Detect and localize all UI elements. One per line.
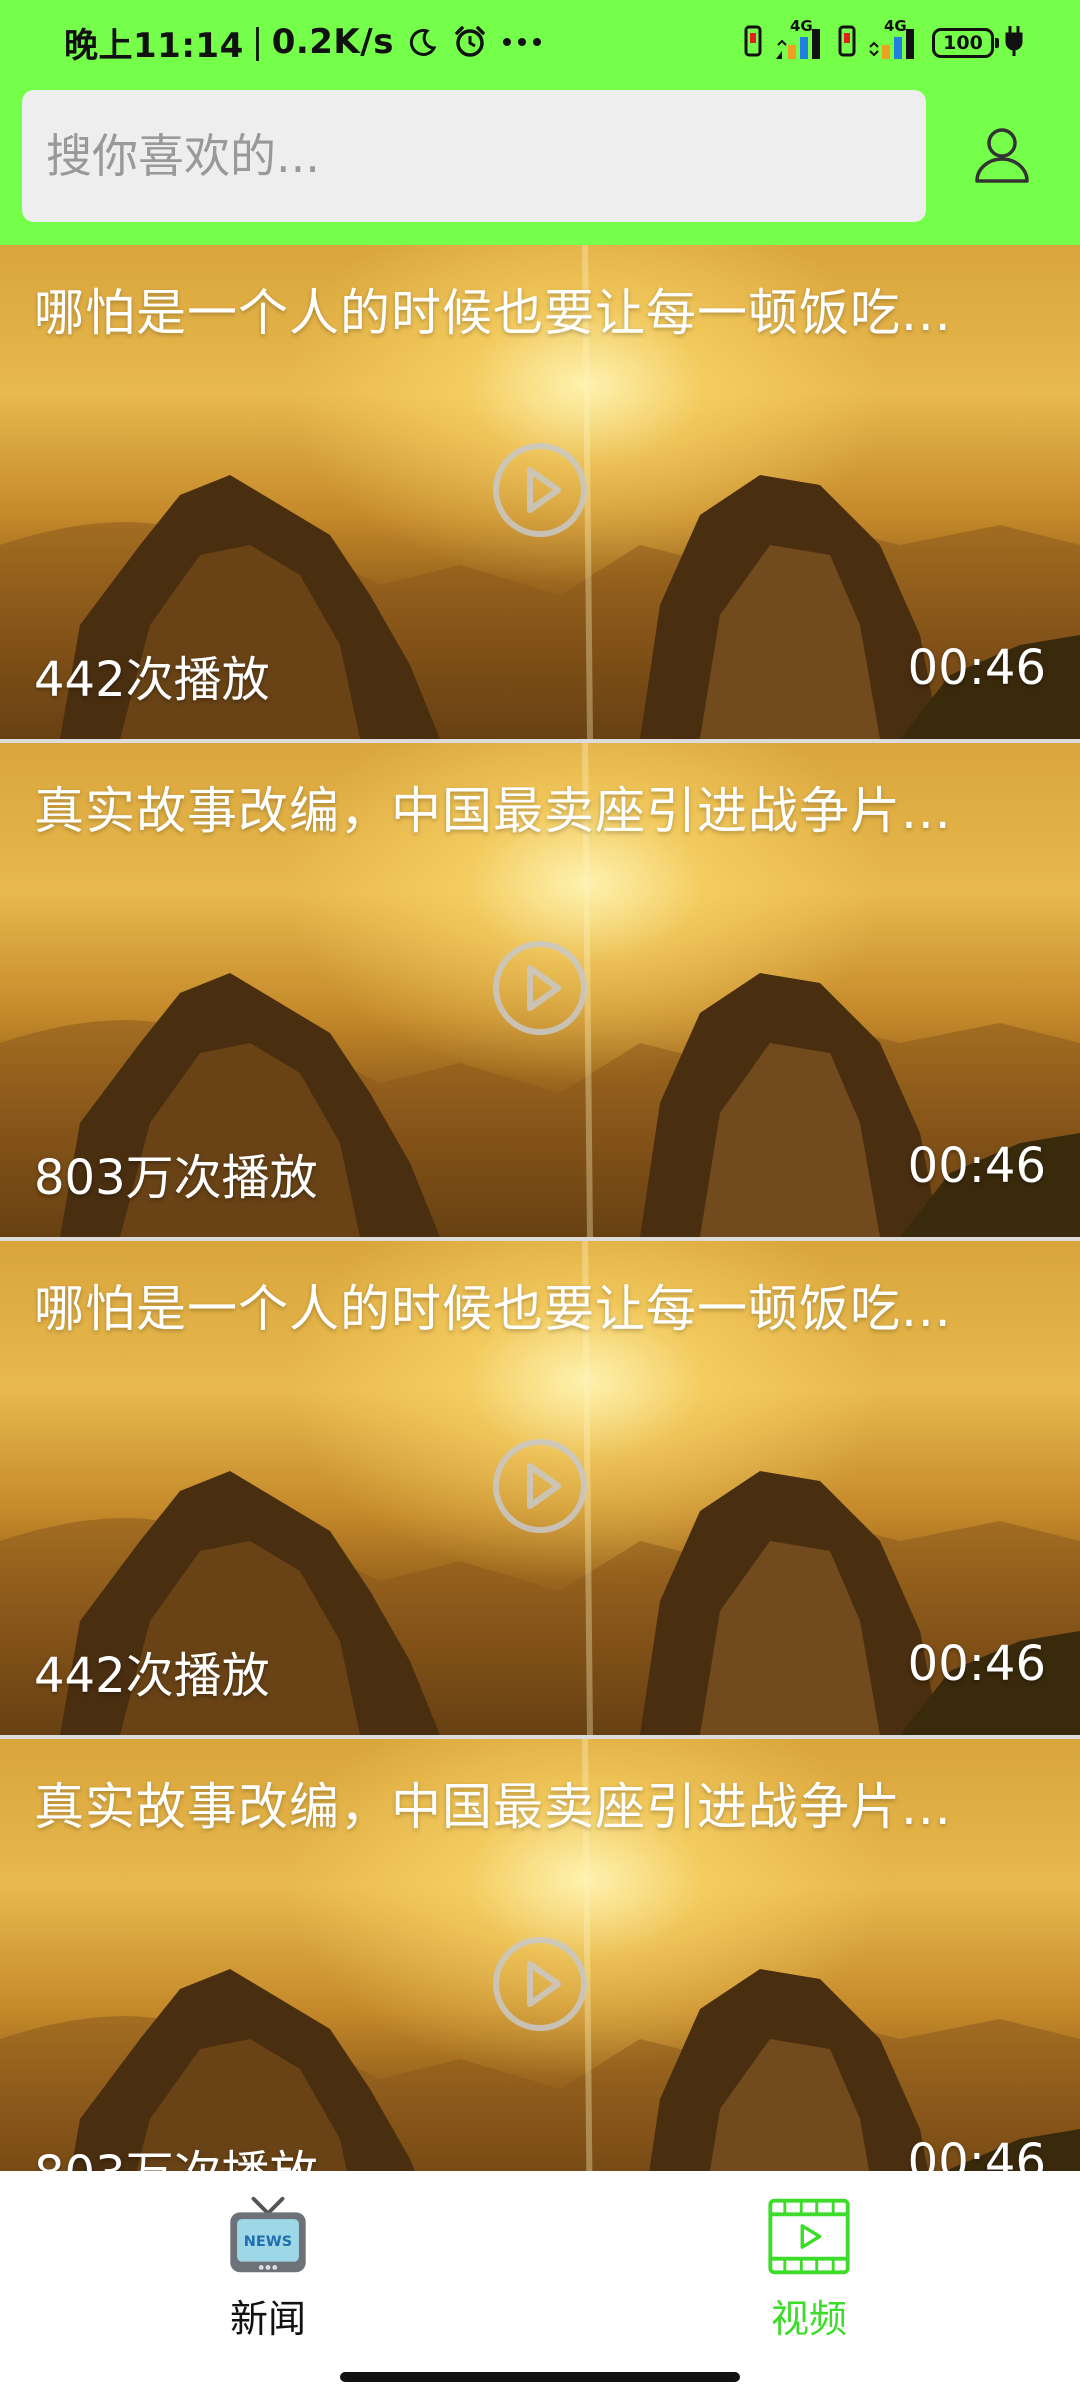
bottom-nav: NEWS 新闻 视频 [0, 2171, 1080, 2400]
nav-tab-news[interactable]: NEWS 新闻 [168, 2193, 368, 2343]
user-button[interactable] [966, 120, 1038, 192]
play-button[interactable] [490, 1934, 590, 2034]
signal-2-icon: 4G [866, 17, 922, 63]
video-duration: 00:46 [907, 640, 1046, 696]
video-card[interactable]: 哪怕是一个人的时候也要让每一顿饭吃... 442次播放 00:46 [0, 245, 1080, 743]
status-right: 4G 4G 100 [744, 17, 1024, 66]
more-dots-icon [502, 37, 542, 47]
play-circle-icon [493, 941, 587, 1035]
film-strip-icon [768, 2198, 850, 2275]
network-type-1: 4G [790, 17, 813, 35]
status-separator: | [251, 22, 264, 62]
video-card[interactable]: 真实故事改编，中国最卖座引进战争片... 803万次播放 00:46 [0, 1739, 1080, 2171]
play-button[interactable] [490, 938, 590, 1038]
play-count: 442次播放 [34, 1648, 270, 1704]
play-count: 803万次播放 [34, 2134, 318, 2171]
video-duration: 00:46 [907, 1138, 1046, 1194]
tv-news-icon: NEWS [230, 2196, 306, 2273]
home-indicator[interactable] [340, 2372, 740, 2382]
status-time: 晚上11:14 [64, 25, 244, 66]
play-circle-icon [493, 443, 587, 537]
play-button[interactable] [490, 440, 590, 540]
play-count: 803万次播放 [34, 1150, 318, 1206]
play-count: 442次播放 [34, 652, 270, 708]
video-title: 哪怕是一个人的时候也要让每一顿饭吃... [34, 284, 952, 342]
play-circle-icon [493, 1937, 587, 2031]
network-type-2: 4G [884, 17, 907, 35]
nav-tab-video[interactable]: 视频 [709, 2193, 909, 2343]
user-icon [971, 123, 1033, 189]
video-list[interactable]: 哪怕是一个人的时候也要让每一顿饭吃... 442次播放 00:46 真实故事改编… [0, 245, 1080, 2171]
video-duration: 00:46 [907, 1636, 1046, 1692]
status-net-speed: 0.2K/s [271, 22, 394, 62]
search-row [0, 90, 1080, 222]
search-input[interactable] [44, 115, 908, 197]
nav-label-video: 视频 [770, 2297, 847, 2341]
signal-1-icon: 4G [772, 17, 828, 63]
battery-icon: 100 [932, 28, 999, 58]
status-left: 晚上11:14 | 0.2K/s [64, 18, 542, 66]
sim1-icon [744, 25, 762, 61]
video-title: 哪怕是一个人的时候也要让每一顿饭吃... [34, 1280, 952, 1338]
news-icon-text: NEWS [244, 2234, 292, 2250]
video-card[interactable]: 真实故事改编，中国最卖座引进战争片... 803万次播放 00:46 [0, 743, 1080, 1241]
status-bar: 晚上11:14 | 0.2K/s 4G 4G 100 [0, 0, 1080, 84]
charging-icon [1004, 24, 1024, 62]
video-card[interactable]: 哪怕是一个人的时候也要让每一顿饭吃... 442次播放 00:46 [0, 1241, 1080, 1739]
video-duration: 00:46 [907, 2134, 1046, 2171]
play-button[interactable] [490, 1436, 590, 1536]
nav-label-news: 新闻 [229, 2297, 306, 2341]
moon-icon [408, 27, 438, 57]
search-box[interactable] [22, 90, 926, 222]
video-title: 真实故事改编，中国最卖座引进战争片... [34, 782, 952, 840]
play-circle-icon [493, 1439, 587, 1533]
battery-level: 100 [943, 31, 983, 54]
top-header: 晚上11:14 | 0.2K/s 4G 4G 100 搜你喜欢的... [0, 0, 1080, 245]
sim2-icon [838, 25, 856, 61]
alarm-icon [452, 24, 488, 60]
video-title: 真实故事改编，中国最卖座引进战争片... [34, 1778, 952, 1836]
